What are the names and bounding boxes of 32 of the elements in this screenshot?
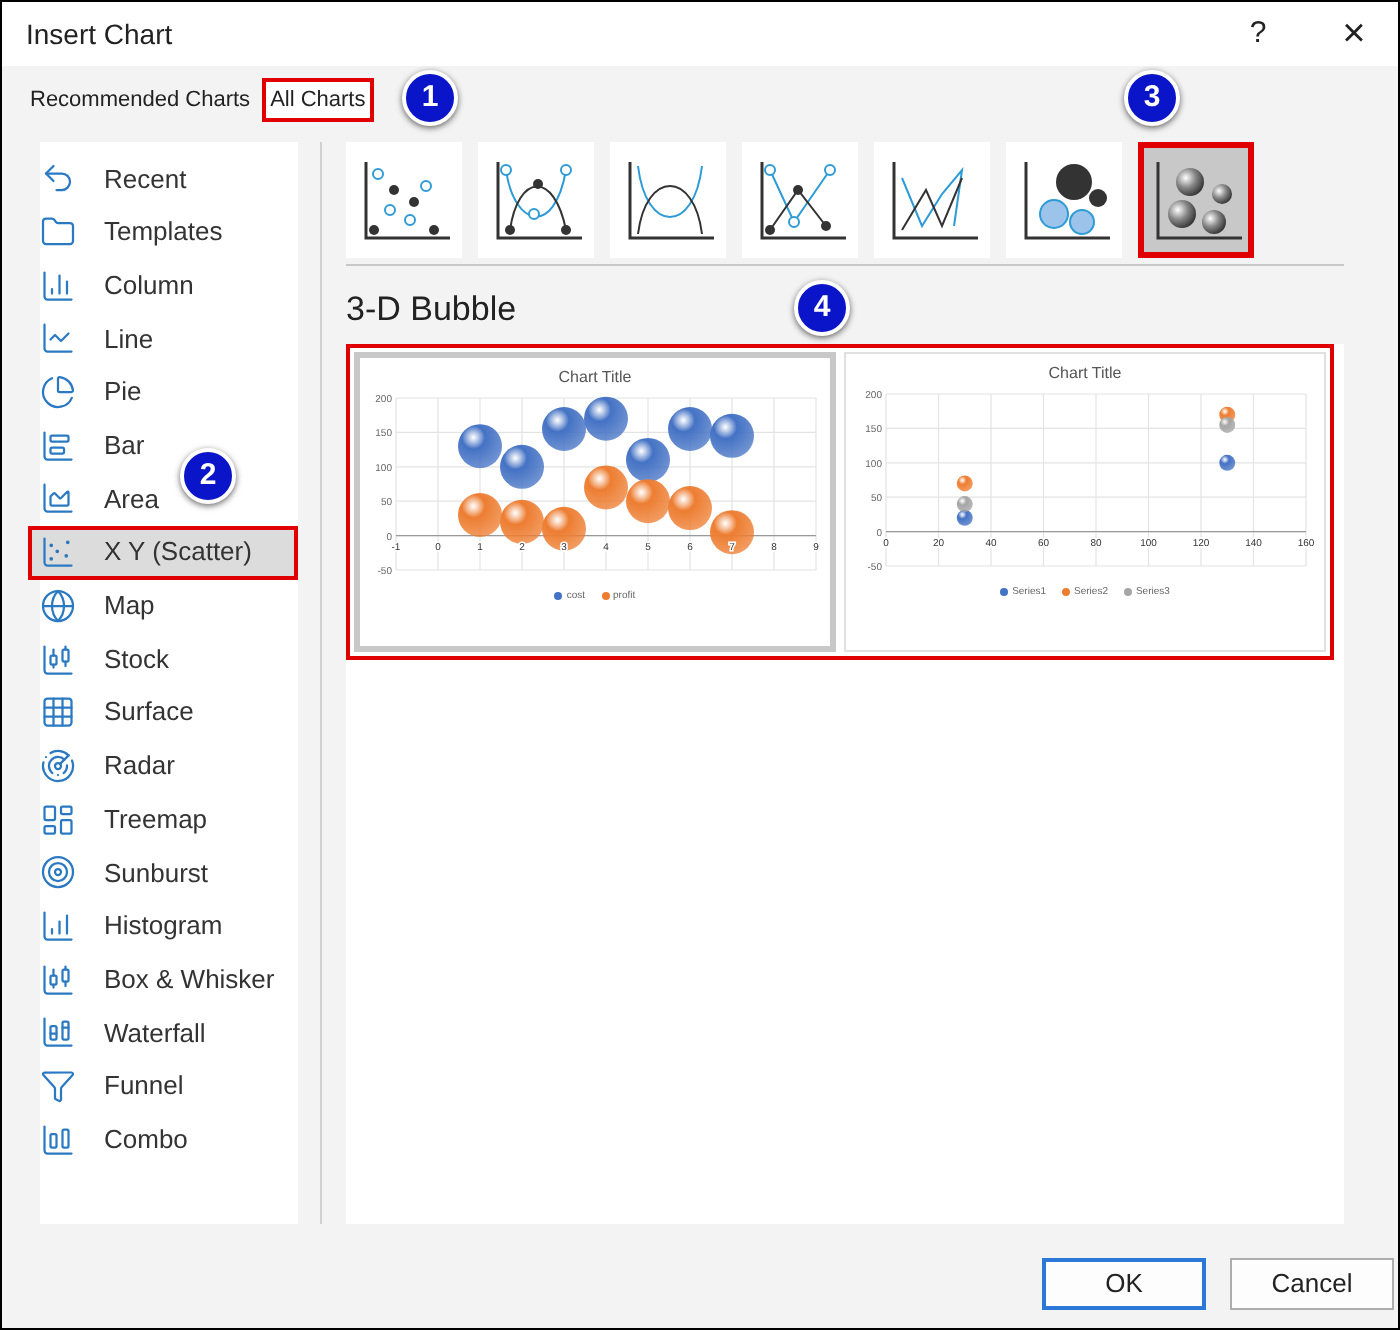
step-number-badge: 3: [1124, 70, 1180, 126]
chart-type-item[interactable]: Box & Whisker: [28, 952, 283, 1006]
close-button[interactable]: ×: [1326, 4, 1382, 64]
chart-title: Chart Title: [558, 365, 632, 389]
window-title: Insert Chart: [26, 15, 173, 53]
chart-type-item[interactable]: Treemap: [28, 792, 216, 846]
chart-type-item[interactable]: Stock: [28, 632, 178, 686]
chart-type-item[interactable]: X Y (Scatter): [28, 525, 298, 579]
chart-title: Chart Title: [1048, 361, 1122, 385]
chart-type-item[interactable]: Column: [28, 258, 202, 313]
chart-type-item[interactable]: Pie: [28, 365, 150, 419]
chart-type-item[interactable]: Waterfall: [28, 1006, 214, 1060]
tab[interactable]: Recommended Charts: [22, 77, 259, 122]
tab[interactable]: All Charts: [262, 77, 374, 122]
help-button[interactable]: ?: [1230, 11, 1286, 57]
step-number-badge: 4: [794, 280, 850, 336]
chart-type-item[interactable]: Map: [28, 579, 163, 633]
dialog-button[interactable]: Cancel: [1230, 1258, 1394, 1310]
chart-type-item[interactable]: Radar: [28, 739, 183, 793]
chart-type-item[interactable]: Area: [28, 472, 167, 526]
step-number-badge: 1: [402, 70, 458, 126]
chart-type-item[interactable]: Templates: [28, 205, 231, 259]
chart-type-item[interactable]: Combo: [28, 1112, 196, 1167]
subtype-title: 3-D Bubble: [346, 288, 517, 332]
chart-type-item[interactable]: Bar: [28, 418, 153, 473]
chart-type-item[interactable]: Histogram: [28, 899, 231, 953]
chart-type-item[interactable]: Sunburst: [28, 845, 217, 900]
dialog-button[interactable]: OK: [1042, 1258, 1206, 1310]
chart-type-item[interactable]: Recent: [28, 152, 195, 206]
chart-type-item[interactable]: Funnel: [28, 1059, 192, 1113]
chart-type-item[interactable]: Surface: [28, 685, 202, 740]
chart-type-item[interactable]: Line: [28, 312, 162, 366]
